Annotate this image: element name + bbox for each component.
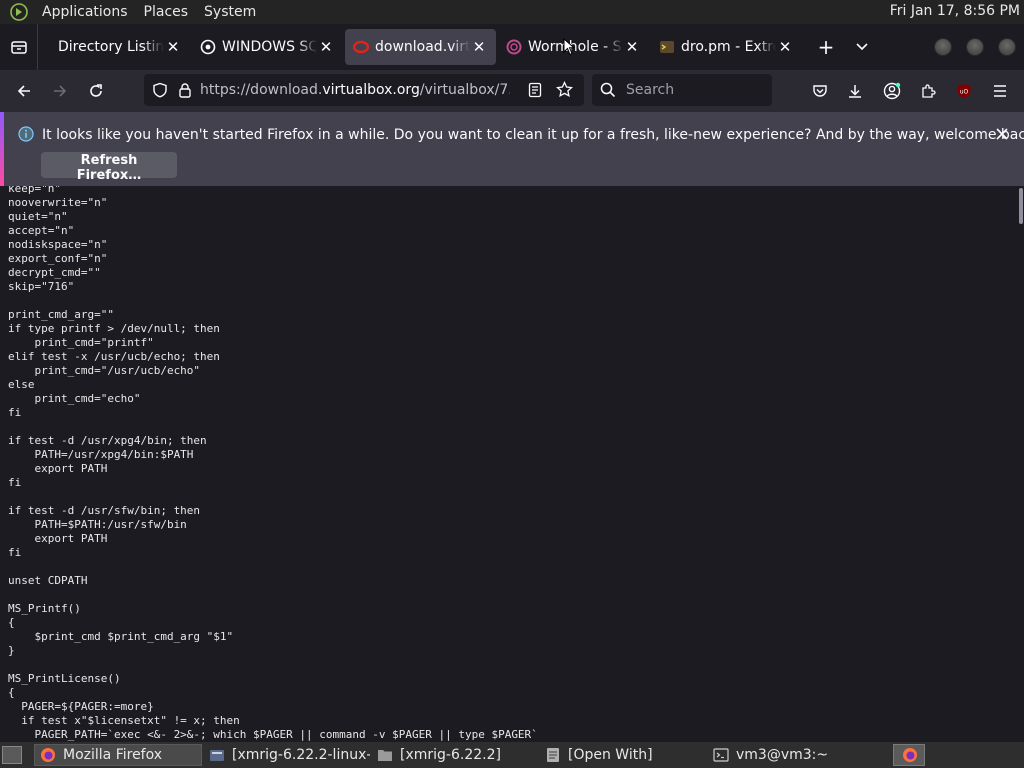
taskbar-item-xmrig-archive[interactable]: [xmrig-6.22.2-linux-...: [204, 744, 370, 766]
extensions-button[interactable]: [910, 73, 946, 109]
chevron-down-icon: [856, 43, 868, 51]
archive-icon: [208, 747, 226, 763]
minimize-window-button[interactable]: [934, 38, 952, 56]
gear-icon: [200, 39, 216, 55]
notification-message: It looks like you haven't started Firefo…: [42, 127, 1024, 143]
tab-download-virtualbox[interactable]: download.virtualbox ✕: [345, 29, 496, 65]
search-icon: [600, 82, 616, 98]
close-tab-icon[interactable]: ✕: [470, 38, 488, 56]
page-content[interactable]: keep="n" nooverwrite="n" quiet="n" accep…: [0, 186, 1018, 742]
account-icon: [883, 82, 901, 100]
list-all-tabs-button[interactable]: [844, 29, 880, 65]
puzzle-icon: [922, 84, 936, 98]
tab-title: dro.pm - Extre: [681, 39, 776, 55]
ublock-origin-icon: uO: [957, 84, 971, 98]
arrow-right-icon: [54, 85, 67, 97]
terminal-icon: [712, 747, 730, 763]
navigation-toolbar: https://download.virtualbox.org/virtualb…: [0, 70, 1024, 112]
url-bar[interactable]: https://download.virtualbox.org/virtualb…: [144, 74, 584, 106]
refresh-firefox-notification: It looks like you haven't started Firefo…: [0, 112, 1024, 186]
close-tab-icon[interactable]: ✕: [623, 38, 641, 56]
ublock-origin-button[interactable]: uO: [946, 73, 982, 109]
account-button[interactable]: [874, 73, 910, 109]
firefox-view-button[interactable]: [0, 24, 38, 70]
url-text[interactable]: https://download.virtualbox.org/virtualb…: [200, 82, 510, 98]
url-host: virtualbox.org: [322, 82, 420, 98]
lock-icon[interactable]: [178, 82, 192, 98]
places-menu[interactable]: Places: [140, 4, 193, 20]
folder-icon: [376, 747, 394, 763]
page-scrollbar[interactable]: [1018, 186, 1024, 742]
tab-directory-listing[interactable]: Directory Listing ✕: [40, 29, 190, 65]
applications-menu[interactable]: Applications: [38, 4, 132, 20]
tab-title: Wormhole - S: [528, 39, 622, 55]
pocket-button[interactable]: [802, 73, 838, 109]
workspace-switcher[interactable]: [893, 744, 925, 766]
url-prefix: https://download.: [200, 82, 323, 98]
reload-button[interactable]: [78, 73, 114, 109]
app-menu-button[interactable]: [982, 73, 1018, 109]
distro-logo-icon[interactable]: [8, 2, 30, 22]
bottom-taskbar: Mozilla Firefox [xmrig-6.22.2-linux-... …: [0, 742, 1024, 768]
arrow-left-icon: [17, 85, 30, 97]
back-button[interactable]: [6, 73, 42, 109]
taskbar-item-open-with[interactable]: [Open With]: [540, 744, 706, 766]
new-tab-button[interactable]: +: [808, 29, 844, 65]
taskbar-item-terminal[interactable]: vm3@vm3:~: [708, 744, 874, 766]
bookmark-star-icon[interactable]: [556, 81, 573, 98]
taskbar-item-label: Mozilla Firefox: [63, 747, 163, 763]
taskbar-item-label: [xmrig-6.22.2-linux-...: [232, 747, 370, 763]
mouse-cursor-icon: [563, 38, 575, 56]
system-menu[interactable]: System: [200, 4, 260, 20]
taskbar-item-label: [Open With]: [568, 747, 653, 763]
taskbar-item-xmrig-folder[interactable]: [xmrig-6.22.2]: [372, 744, 538, 766]
taskbar-item-firefox[interactable]: Mozilla Firefox: [34, 744, 202, 766]
tab-dro-pm[interactable]: dro.pm - Extre ✕: [651, 29, 802, 65]
firefox-icon: [39, 747, 57, 763]
maximize-window-button[interactable]: [966, 38, 984, 56]
url-path: /virtualbox/7.1.4/V: [419, 82, 510, 98]
close-tab-icon[interactable]: ✕: [317, 38, 335, 56]
close-tab-icon[interactable]: ✕: [776, 38, 794, 56]
info-icon: [18, 126, 34, 142]
download-icon: [849, 85, 861, 98]
search-bar[interactable]: [592, 74, 772, 106]
taskbar-item-label: vm3@vm3:~: [736, 747, 829, 763]
search-input[interactable]: [624, 81, 754, 99]
show-desktop-button[interactable]: [2, 746, 22, 764]
svg-text:uO: uO: [960, 89, 969, 96]
top-panel: Applications Places System Fri Jan 17, 8…: [0, 0, 1024, 24]
close-notification-icon[interactable]: [994, 126, 1010, 142]
scrollbar-thumb[interactable]: [1019, 188, 1023, 224]
reader-view-icon[interactable]: [528, 82, 542, 98]
tab-title: Directory Listing: [58, 39, 164, 55]
taskbar-item-label: [xmrig-6.22.2]: [400, 747, 501, 763]
tab-windows-sql[interactable]: WINDOWS SQL ✕: [192, 29, 343, 65]
tab-title: WINDOWS SQL: [222, 39, 317, 55]
script-source-text: keep="n" nooverwrite="n" quiet="n" accep…: [8, 186, 538, 741]
firefox-icon: [903, 748, 917, 762]
panel-clock[interactable]: Fri Jan 17, 8:56 PM: [890, 3, 1020, 19]
tab-strip: Directory Listing ✕ WINDOWS SQL ✕ downlo…: [0, 24, 1024, 70]
wormhole-icon: [506, 39, 522, 55]
hamburger-menu-icon: [994, 85, 1006, 97]
oracle-icon: [353, 39, 369, 55]
plus-icon: +: [817, 35, 835, 59]
firefox-view-icon: [10, 41, 27, 54]
dialog-icon: [544, 747, 562, 763]
pocket-icon: [813, 85, 827, 97]
dro-icon: [659, 39, 675, 55]
tracking-protection-icon[interactable]: [152, 82, 168, 98]
forward-button[interactable]: [42, 73, 78, 109]
refresh-firefox-button[interactable]: Refresh Firefox…: [41, 152, 177, 183]
tab-title: download.virtualbox: [375, 39, 470, 55]
close-tab-icon[interactable]: ✕: [164, 38, 182, 56]
downloads-button[interactable]: [837, 73, 873, 109]
reload-icon: [90, 84, 102, 97]
close-window-button[interactable]: [998, 38, 1016, 56]
